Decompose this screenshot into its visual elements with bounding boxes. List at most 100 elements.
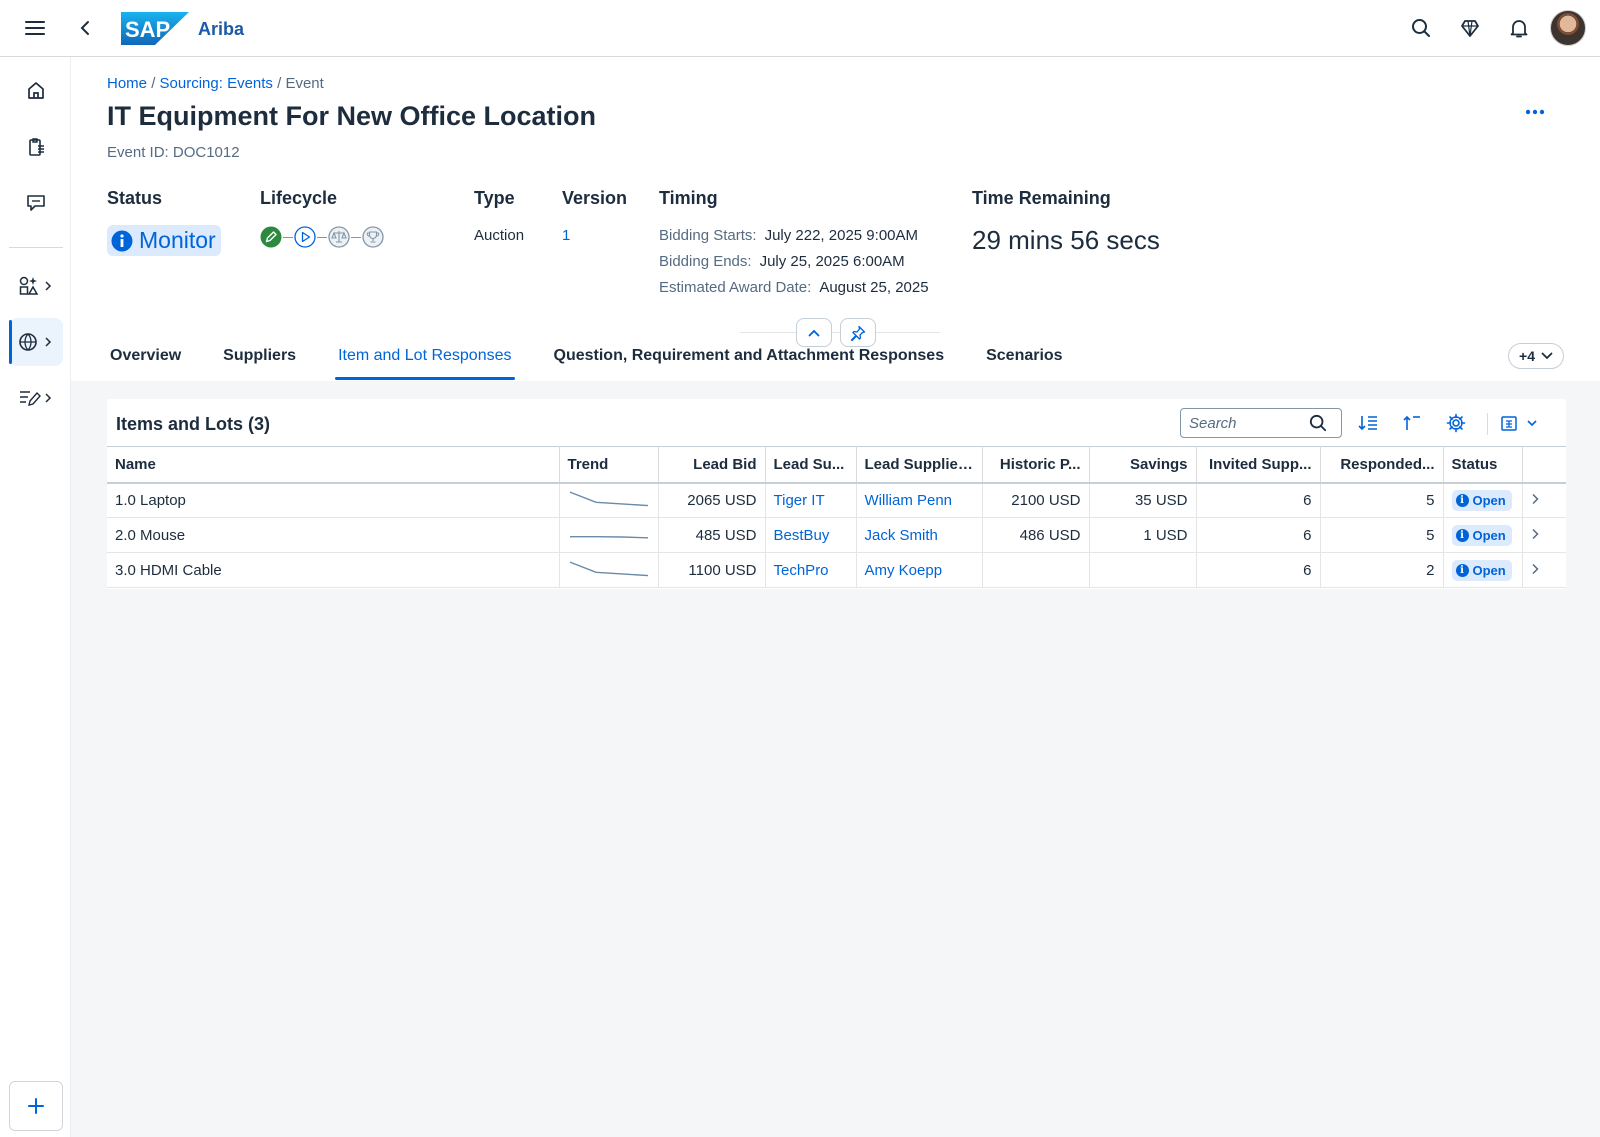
cell-lead-bid: 485 USD — [658, 517, 766, 553]
cell-invited: 6 — [1196, 517, 1321, 553]
search-input[interactable] — [1189, 414, 1309, 432]
type-value: Auction — [474, 227, 525, 244]
search-field[interactable] — [1180, 408, 1342, 438]
tab-item-and-lot-responses[interactable]: Item and Lot Responses — [335, 340, 515, 380]
export-menu-icon[interactable] — [1497, 408, 1543, 438]
sap-logo[interactable]: SAP — [121, 12, 189, 45]
cell-lead-supplier[interactable]: Tiger IT — [765, 482, 857, 518]
settings-gear-icon[interactable] — [1441, 408, 1471, 438]
breadcrumb-current: Event — [285, 75, 324, 92]
bidding-ends: Bidding Ends: July 25, 2025 6:00AM — [659, 253, 905, 270]
cell-lead-supplier-contact[interactable]: Jack Smith — [856, 517, 983, 553]
sort-icon[interactable] — [1353, 408, 1383, 438]
column-header-historic-price[interactable]: Historic P... — [982, 446, 1090, 484]
chevron-up-icon — [808, 329, 820, 336]
cell-responded: 5 — [1320, 517, 1444, 553]
cell-navigation[interactable] — [1522, 482, 1566, 518]
search-icon[interactable] — [1309, 414, 1327, 432]
info-icon: i — [1455, 563, 1469, 577]
table-row[interactable]: 1.0 Laptop 2065 USD Tiger IT William Pen… — [107, 482, 1566, 518]
breadcrumb-home[interactable]: Home — [107, 75, 147, 92]
chat-feedback-icon[interactable] — [9, 179, 63, 227]
chevron-down-icon — [1541, 352, 1553, 360]
lifecycle-connector — [351, 236, 361, 238]
chevron-right-icon[interactable] — [1531, 563, 1539, 575]
trend-line — [569, 535, 648, 539]
breadcrumb-sourcing-events[interactable]: Sourcing: Events — [160, 75, 273, 92]
column-header-lead-supplier[interactable]: Lead Su... — [765, 446, 857, 484]
time-remaining-value: 29 mins 56 secs — [972, 225, 1160, 255]
status-badge: i Open — [1451, 559, 1512, 581]
column-header-lead-bid[interactable]: Lead Bid — [658, 446, 766, 484]
version-link[interactable]: 1 — [562, 227, 570, 244]
group-icon[interactable] — [1397, 408, 1427, 438]
column-header-responded[interactable]: Responded... — [1320, 446, 1444, 484]
table-row[interactable]: 2.0 Mouse 485 USD BestBuy Jack Smith 486… — [107, 517, 1566, 553]
trophy-icon[interactable] — [362, 226, 384, 248]
diamond-icon[interactable] — [1452, 10, 1488, 46]
tab-question-requirement-attachment-responses[interactable]: Question, Requirement and Attachment Res… — [551, 340, 948, 380]
tab-scenarios[interactable]: Scenarios — [983, 340, 1065, 380]
cell-lead-supplier-contact[interactable]: William Penn — [856, 482, 983, 518]
cell-invited: 6 — [1196, 482, 1321, 518]
status-text: Open — [1472, 527, 1506, 543]
cell-navigation[interactable] — [1522, 552, 1566, 588]
nav-home-icon[interactable] — [9, 66, 63, 114]
info-icon: i — [1455, 528, 1469, 542]
shapes-icon[interactable] — [9, 262, 63, 310]
cell-lead-bid: 1100 USD — [658, 552, 766, 588]
cell-lead-supplier[interactable]: TechPro — [765, 552, 857, 588]
cell-historic-price: 486 USD — [982, 517, 1090, 553]
play-icon[interactable] — [294, 226, 316, 248]
column-header-lead-supplier-contact[interactable]: Lead Supplier... — [856, 446, 983, 484]
globe-icon[interactable] — [9, 318, 63, 366]
cell-status: i Open — [1443, 552, 1523, 588]
column-header-trend[interactable]: Trend — [559, 446, 659, 484]
column-header-savings[interactable]: Savings — [1089, 446, 1197, 484]
user-avatar[interactable] — [1550, 10, 1586, 46]
cell-savings — [1089, 552, 1197, 588]
status-label: Status — [107, 188, 163, 208]
trend-line — [569, 561, 648, 577]
tab-overview[interactable]: Overview — [107, 340, 184, 380]
lifecycle-label: Lifecycle — [260, 188, 338, 208]
cell-lead-supplier[interactable]: BestBuy — [765, 517, 857, 553]
menu-icon[interactable] — [17, 10, 53, 46]
search-icon[interactable] — [1403, 10, 1439, 46]
status-badge: i Open — [1451, 489, 1512, 511]
cell-navigation[interactable] — [1522, 517, 1566, 553]
cell-lead-supplier-contact[interactable]: Amy Koepp — [856, 552, 983, 588]
plus-icon[interactable] — [9, 1081, 63, 1131]
breadcrumb-separator: / — [277, 75, 282, 92]
tab-overflow-button[interactable]: +4 — [1508, 343, 1564, 369]
table-row[interactable]: 3.0 HDMI Cable 1100 USD TechPro Amy Koep… — [107, 552, 1566, 588]
trend-sparkline — [569, 491, 648, 507]
cell-name: 3.0 HDMI Cable — [107, 552, 560, 588]
cell-invited: 6 — [1196, 552, 1321, 588]
status-text: Open — [1472, 492, 1506, 508]
toolbar-separator — [1487, 413, 1488, 435]
more-actions-icon[interactable] — [1520, 100, 1550, 124]
table-header-row: Name Trend Lead Bid Lead Su... Lead Supp… — [107, 446, 1566, 484]
time-remaining-label: Time Remaining — [972, 188, 1111, 208]
clipboard-list-icon[interactable] — [9, 123, 63, 171]
svg-text:SAP: SAP — [125, 17, 170, 42]
tab-suppliers[interactable]: Suppliers — [220, 340, 299, 380]
bidding-starts: Bidding Starts: July 222, 2025 9:00AM — [659, 227, 918, 244]
type-label: Type — [474, 188, 515, 208]
chevron-right-icon[interactable] — [1531, 493, 1539, 505]
edit-list-icon[interactable] — [9, 374, 63, 422]
column-header-status[interactable]: Status — [1443, 446, 1523, 484]
column-header-invited-suppliers[interactable]: Invited Supp... — [1196, 446, 1321, 484]
chevron-right-icon[interactable] — [1531, 528, 1539, 540]
version-label: Version — [562, 188, 628, 208]
pencil-icon[interactable] — [260, 226, 282, 248]
cell-name: 1.0 Laptop — [107, 482, 560, 518]
back-icon[interactable] — [67, 10, 103, 46]
column-header-name[interactable]: Name — [107, 446, 560, 484]
cell-trend — [559, 517, 659, 553]
bell-icon[interactable] — [1501, 10, 1537, 46]
scale-icon[interactable] — [328, 226, 350, 248]
tab-bar: Overview Suppliers Item and Lot Response… — [107, 340, 1102, 380]
trend-sparkline — [569, 561, 648, 577]
